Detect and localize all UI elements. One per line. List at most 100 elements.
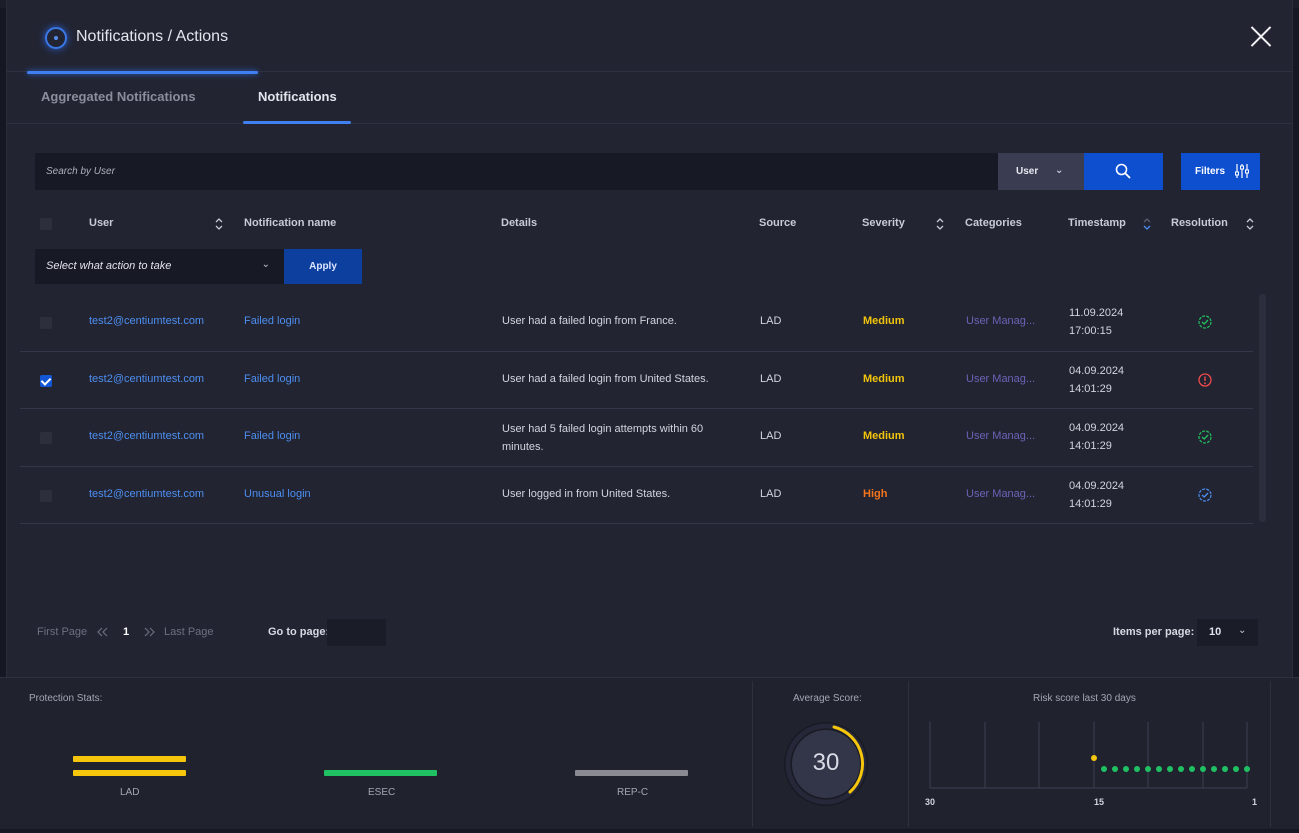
stat-label-esec: ESEC [368, 787, 396, 798]
close-icon[interactable] [1248, 24, 1274, 50]
row-severity: High [863, 487, 888, 500]
row-checkbox[interactable] [40, 317, 52, 329]
items-per-page-value: 10 [1209, 626, 1222, 638]
chevron-down-icon: ⌄ [1055, 165, 1064, 176]
row-source: LAD [760, 315, 782, 327]
select-all-checkbox[interactable] [40, 218, 52, 230]
risk-axis-label: 1 [1252, 797, 1258, 807]
table-scrollbar[interactable] [1259, 294, 1266, 522]
search-input[interactable] [35, 153, 998, 190]
column-header-user: User [89, 217, 114, 229]
stat-label-lad: LAD [120, 787, 140, 798]
last-page-link[interactable]: Last Page [164, 626, 214, 638]
row-time: 14:01:29 [1069, 382, 1112, 395]
row-category: User Manag... [966, 315, 1036, 327]
table-row[interactable]: test2@centiumtest.com Unusual login User… [20, 467, 1253, 524]
tab-notifications[interactable]: Notifications [258, 89, 337, 104]
footer-divider [908, 681, 909, 827]
active-tab-underline [243, 121, 351, 124]
row-details: User had a failed login from France. [502, 315, 677, 327]
modal-title: Notifications / Actions [76, 28, 229, 45]
sort-icon[interactable] [1245, 216, 1255, 232]
sort-icon[interactable] [935, 216, 945, 232]
notifications-table-body: test2@centiumtest.com Failed login User … [20, 294, 1253, 524]
row-source: LAD [760, 487, 782, 500]
row-checkbox[interactable] [40, 489, 52, 502]
average-score-value: 30 [812, 749, 840, 776]
stat-label-rep-c: REP-C [617, 787, 649, 798]
chevron-down-icon: ⌄ [1238, 625, 1247, 636]
tab-bar: Aggregated Notifications Notifications [7, 73, 1292, 124]
resolved-icon[interactable] [1198, 430, 1212, 444]
stat-bar-rep-c [575, 770, 688, 776]
table-row[interactable]: test2@centiumtest.com Failed login User … [20, 352, 1253, 409]
row-user[interactable]: test2@centiumtest.com [89, 373, 204, 385]
column-header-notification-name: Notification name [244, 217, 337, 229]
row-date: 11.09.2024 [1069, 307, 1124, 319]
resolved-icon[interactable] [1198, 315, 1212, 329]
apply-button[interactable]: Apply [284, 249, 362, 284]
table-row[interactable]: test2@centiumtest.com Failed login User … [20, 409, 1253, 467]
filters-button[interactable]: Filters [1181, 153, 1260, 190]
row-time: 17:00:15 [1069, 325, 1112, 337]
risk-axis-label: 15 [1094, 797, 1105, 807]
footer-divider [1270, 681, 1271, 827]
row-category: User Manag... [966, 430, 1036, 442]
stat-bar-esec [324, 770, 437, 776]
double-chevron-right-icon[interactable] [144, 627, 155, 637]
goto-page-input[interactable] [327, 619, 386, 646]
tab-aggregated-notifications[interactable]: Aggregated Notifications [41, 89, 196, 104]
chevron-down-icon: ⌄ [261, 259, 270, 270]
search-button[interactable] [1084, 153, 1163, 190]
search-field-select[interactable]: User ⌄ [998, 153, 1084, 190]
row-details: User had 5 failed login attempts within … [502, 423, 704, 453]
alert-icon[interactable] [1198, 372, 1212, 387]
column-header-source: Source [759, 217, 797, 229]
footer-divider [752, 681, 753, 827]
double-chevron-left-icon[interactable] [97, 627, 108, 637]
bulk-action-select[interactable]: Select what action to take ⌄ [35, 249, 284, 284]
column-header-details: Details [501, 217, 538, 229]
modal-header: Notifications / Actions [7, 0, 1292, 74]
row-checkbox[interactable] [40, 432, 52, 444]
column-header-categories: Categories [965, 217, 1022, 229]
notifications-icon [45, 27, 67, 49]
filters-label: Filters [1195, 166, 1226, 177]
row-severity: Medium [863, 430, 905, 442]
bulk-action-placeholder: Select what action to take [46, 260, 172, 272]
table-row[interactable]: test2@centiumtest.com Failed login User … [20, 294, 1253, 352]
row-user[interactable]: test2@centiumtest.com [89, 430, 204, 442]
row-user[interactable]: test2@centiumtest.com [89, 315, 204, 327]
risk-score-chart [929, 722, 1250, 789]
items-per-page-label: Items per page: [1113, 626, 1195, 638]
row-details: User had a failed login from United Stat… [502, 372, 709, 385]
row-timestamp: 04.09.2024 14:01:29 [1069, 419, 1124, 455]
row-notification-name[interactable]: Failed login [244, 373, 300, 385]
risk-score-label: Risk score last 30 days [1033, 693, 1136, 704]
row-severity: Medium [863, 372, 905, 385]
sliders-icon [1235, 164, 1249, 178]
items-per-page-select[interactable]: 10 ⌄ [1197, 619, 1258, 646]
row-category: User Manag... [966, 372, 1036, 385]
column-header-resolution: Resolution [1171, 217, 1228, 229]
row-notification-name[interactable]: Failed login [244, 430, 300, 442]
header-tab: Notifications / Actions [27, 0, 258, 74]
acknowledged-icon[interactable] [1198, 487, 1212, 502]
first-page-link[interactable]: First Page [37, 626, 87, 638]
row-user[interactable]: test2@centiumtest.com [89, 488, 204, 500]
row-severity: Medium [863, 315, 905, 327]
search-field-value: User [1016, 166, 1039, 177]
row-timestamp: 11.09.2024 17:00:15 [1069, 304, 1123, 340]
row-notification-name[interactable]: Failed login [244, 315, 300, 327]
stat-bar-lad [73, 770, 186, 776]
sort-icon[interactable] [214, 216, 224, 232]
row-time: 14:01:29 [1069, 497, 1112, 510]
column-header-timestamp: Timestamp [1068, 217, 1126, 229]
row-checkbox[interactable] [40, 374, 52, 387]
search-icon [1115, 163, 1131, 179]
stat-bar-lad [73, 756, 186, 762]
row-notification-name[interactable]: Unusual login [244, 488, 311, 500]
row-timestamp: 04.09.2024 14:01:29 [1069, 362, 1124, 398]
row-source: LAD [760, 430, 782, 442]
sort-desc-icon[interactable] [1142, 216, 1152, 232]
